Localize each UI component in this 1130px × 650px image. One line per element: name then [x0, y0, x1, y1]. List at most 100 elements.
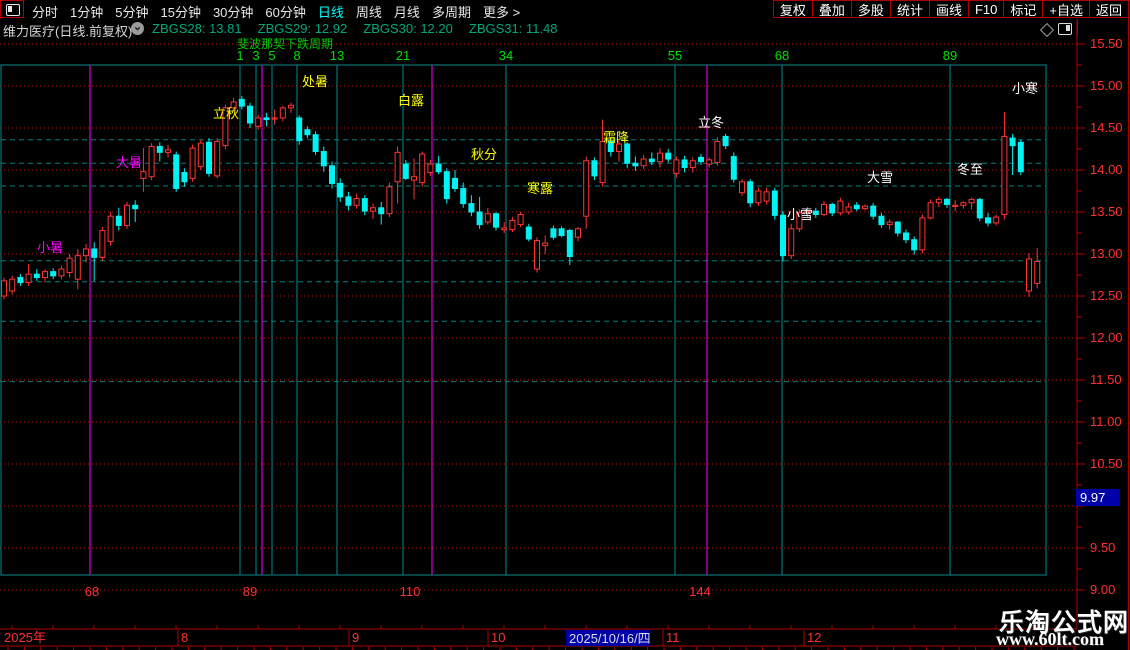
candle-up: [370, 207, 376, 212]
candle-up: [706, 159, 713, 165]
solar-term-label: 寒露: [527, 181, 553, 196]
candle-up: [640, 158, 647, 167]
candle-up: [821, 203, 827, 216]
candle-up: [755, 190, 762, 204]
candle-down: [206, 141, 212, 174]
candle-down: [550, 228, 557, 238]
candle-up: [689, 160, 696, 168]
y-axis-label: 15.50: [1090, 36, 1123, 51]
candle-up: [140, 171, 147, 179]
candle-down: [771, 190, 778, 216]
solar-term-label: 霜降: [603, 130, 629, 145]
cycle-number: 110: [400, 584, 421, 599]
month-label: 8: [181, 630, 188, 645]
candle-up: [107, 215, 114, 242]
y-axis-label: 14.00: [1090, 162, 1123, 177]
candle-up: [862, 205, 868, 210]
candle-up: [1026, 258, 1032, 292]
candle-down: [870, 205, 877, 217]
candle-up: [353, 198, 360, 206]
candle-up: [66, 257, 73, 273]
fib-number: 89: [943, 48, 957, 63]
candle-up: [148, 145, 155, 178]
fib-number: 55: [668, 48, 682, 63]
y-axis-label: 14.50: [1090, 120, 1123, 135]
candle-down: [304, 129, 311, 136]
candle-down: [312, 134, 319, 153]
candle-up: [509, 219, 516, 231]
candle-down: [525, 226, 532, 240]
candle-down: [780, 214, 786, 257]
candle-up: [542, 242, 549, 247]
y-axis-label: 13.00: [1090, 246, 1123, 261]
candle-down: [566, 229, 573, 258]
solar-term-label: 大暑: [116, 155, 142, 170]
candle-up: [74, 255, 81, 280]
candle-up: [952, 204, 959, 207]
candle-down: [173, 154, 180, 189]
candlestick-chart[interactable]: 1 3 5 8 13 21 34 55 68 89 斐波那契下跌周期 68 89 110 144 小暑 大暑 立秋…: [0, 0, 1130, 650]
candle-down: [624, 143, 631, 164]
candle-up: [599, 140, 606, 184]
candle-up: [427, 163, 434, 174]
candle-up: [993, 216, 1000, 224]
candle-down: [247, 105, 253, 124]
candle-up: [1034, 261, 1041, 284]
candle-up: [99, 229, 106, 258]
candle-down: [591, 160, 598, 177]
cycle-number: 144: [689, 584, 711, 599]
chart-canvas: 1 3 5 8 13 21 34 55 68 89斐波那契下跌周期68 89 110 144小暑大暑立秋…: [0, 0, 1129, 650]
candle-down: [181, 172, 188, 183]
candle-down: [443, 171, 450, 200]
candle-down: [452, 177, 458, 189]
candle-down: [648, 158, 655, 163]
candle-down: [115, 215, 122, 226]
selected-date-value: 2025/10/16/四: [569, 631, 651, 646]
solar-term-label: 白露: [398, 93, 424, 108]
candle-up: [25, 273, 32, 284]
candle-up: [165, 149, 171, 153]
year-label: 2025年: [4, 630, 46, 645]
y-axis-label: 9.50: [1090, 540, 1115, 555]
candle-down: [17, 277, 24, 284]
candle-down: [829, 203, 836, 214]
candle-up: [42, 271, 48, 279]
candle-up: [788, 228, 795, 257]
candle-up: [83, 248, 89, 257]
candle-up: [714, 140, 721, 163]
candle-down: [911, 239, 918, 251]
candle-down: [698, 156, 704, 163]
y-axis-label: 9.00: [1090, 582, 1115, 597]
candle-up: [9, 278, 16, 292]
candle-down: [747, 181, 754, 204]
candle-down: [985, 217, 991, 224]
watermark-site-url: www.60lt.com: [996, 629, 1104, 649]
candle-up: [845, 206, 852, 213]
solar-term-label: 立秋: [213, 106, 239, 121]
candle-down: [435, 163, 442, 173]
candle-up: [419, 153, 426, 184]
candle-down: [33, 273, 40, 279]
candle-up: [534, 240, 540, 270]
cycle-number: 68: [85, 584, 99, 599]
candle-up: [739, 181, 745, 194]
candle-up: [1, 280, 7, 297]
candle-down: [91, 248, 98, 258]
candle-up: [935, 198, 942, 204]
candle-up: [583, 160, 590, 217]
y-axis-label: 11.50: [1090, 372, 1122, 387]
candle-up: [189, 147, 196, 179]
candle-down: [50, 271, 57, 277]
candle-down: [730, 156, 737, 180]
candle-up: [411, 176, 417, 181]
candle-up: [960, 202, 967, 206]
candle-up: [575, 228, 581, 238]
candle-down: [345, 196, 352, 206]
candle-down: [812, 210, 819, 216]
y-axis-label: 12.00: [1090, 330, 1123, 345]
candle-down: [558, 228, 565, 237]
solar-term-label: 冬至: [957, 162, 983, 177]
chart-border: [0, 64, 1047, 576]
candle-up: [517, 214, 524, 226]
candle-down: [476, 211, 483, 226]
